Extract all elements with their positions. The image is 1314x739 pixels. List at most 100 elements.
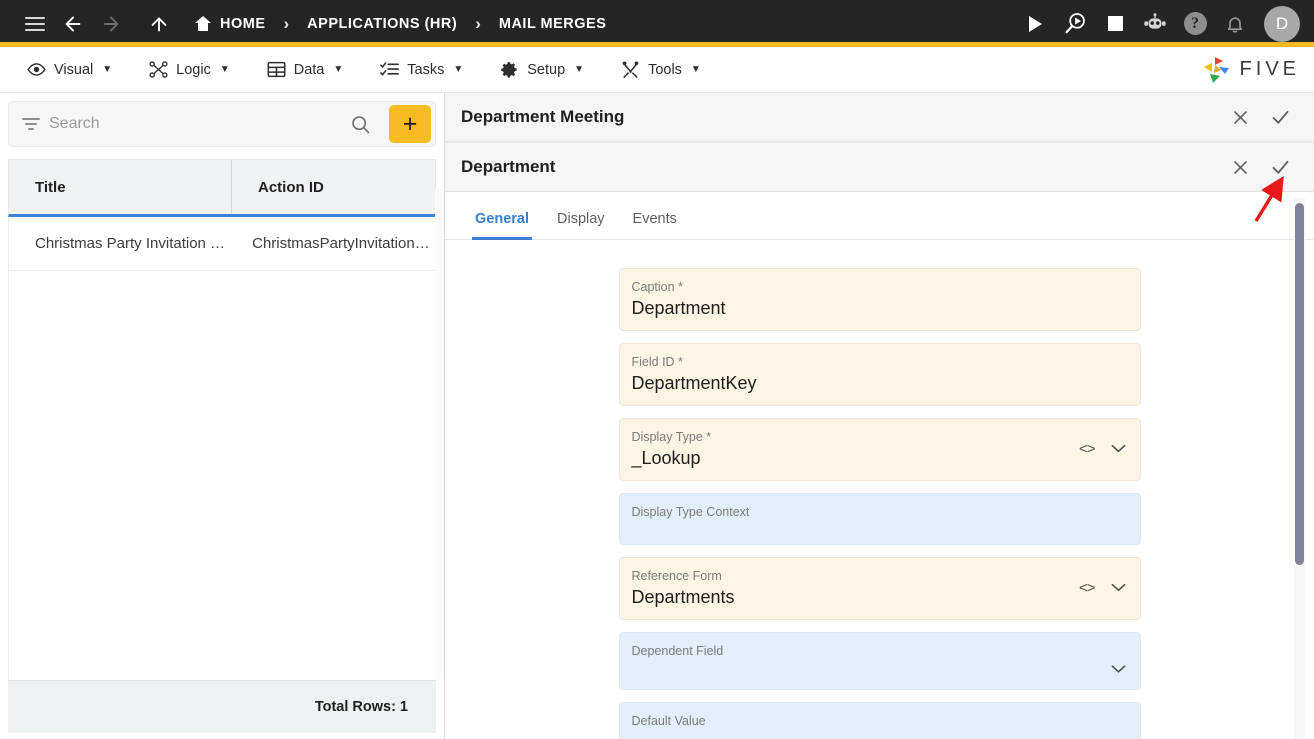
main-content-area: + Title Action ID Christmas Party Invita… [0,93,1314,739]
breadcrumb-item-home[interactable]: HOME [192,12,268,36]
up-arrow-icon[interactable] [140,5,178,43]
column-header-action-id[interactable]: Action ID [231,160,435,214]
outer-panel-title: Department Meeting [461,107,625,127]
reference-form-field-label: Reference Form [631,568,722,583]
search-bar: + [8,101,436,147]
column-header-title[interactable]: Title [9,160,231,214]
search-input[interactable] [49,115,332,133]
breadcrumb-label: MAIL MERGES [498,15,607,32]
menu-item-label: Setup [527,61,566,78]
table-grid-icon [267,60,286,79]
chevron-down-icon[interactable] [1111,581,1126,596]
cell-title: Christmas Party Invitation … [35,235,226,252]
breadcrumb-item-applications[interactable]: APPLICATIONS (HR) [305,12,459,36]
reference-form-field[interactable]: Reference Form Departments <> [618,556,1141,620]
menu-item-label: Tasks [407,61,445,78]
top-navigation-bar: HOME › APPLICATIONS (HR) › MAIL MERGES ?… [0,0,1314,47]
breadcrumb-separator: › [475,13,481,33]
menu-item-logic[interactable]: Logic ▼ [136,54,243,85]
logic-nodes-icon [149,60,168,79]
run-play-icon[interactable] [1016,5,1054,43]
filter-icon[interactable] [21,118,41,130]
detail-scrollbar-thumb[interactable] [1295,203,1304,565]
menu-item-label: Data [293,61,325,78]
total-rows-label: Total Rows: 1 [314,699,408,715]
chevron-down-icon: ▼ [333,64,344,75]
menu-item-label: Logic [176,61,211,78]
field-id-field-label: Field ID * [631,354,683,369]
caption-field-label: Caption * [631,279,683,294]
dependent-field-field-label: Dependent Field [631,643,724,658]
reference-form-field-value: Departments [631,586,735,607]
menu-item-tools[interactable]: Tools ▼ [608,54,714,85]
tab-display[interactable]: Display [543,211,619,239]
display-type-context-field[interactable]: Display Type Context [618,492,1141,546]
breadcrumb-item-mail-merges[interactable]: MAIL MERGES [497,12,609,36]
table-header-row: Title Action ID [8,159,436,217]
dependent-field-field[interactable]: Dependent Field [618,631,1141,690]
five-logo-text: FIVE [1239,58,1300,80]
table-row[interactable]: Christmas Party Invitation … ChristmasPa… [9,217,435,271]
display-type-field[interactable]: Display Type * _Lookup <> [618,417,1141,481]
menu-item-setup[interactable]: Setup ▼ [487,54,597,85]
chevron-down-icon[interactable] [1111,662,1126,677]
chevron-down-icon: ▼ [102,64,113,75]
stop-icon[interactable] [1096,5,1134,43]
display-type-context-field-value [632,520,1124,546]
display-type-field-label: Display Type * [631,429,712,444]
gear-icon [500,60,519,79]
outer-close-icon[interactable] [1220,97,1260,137]
menu-item-visual[interactable]: Visual ▼ [14,54,125,85]
chevron-down-icon: ▼ [690,64,701,75]
help-icon[interactable]: ? [1176,5,1214,43]
forward-arrow-icon[interactable] [92,5,130,43]
display-type-field-value: _Lookup [631,447,701,468]
breadcrumb-label: APPLICATIONS (HR) [307,15,458,32]
home-icon [194,16,211,31]
tab-events[interactable]: Events [619,211,691,239]
robot-assistant-icon[interactable] [1136,5,1174,43]
five-logo-mark [1203,56,1229,83]
add-record-button[interactable]: + [389,105,431,143]
field-id-field[interactable]: Field ID * DepartmentKey [618,342,1141,406]
caption-field[interactable]: Caption * Department [618,267,1141,331]
caption-field-value: Department [631,297,726,318]
table-body: Christmas Party Invitation … ChristmasPa… [8,217,436,680]
hamburger-menu-icon[interactable] [16,5,54,43]
menu-item-data[interactable]: Data ▼ [254,54,357,85]
display-type-field-icons: <> [1079,441,1126,458]
default-value-field[interactable]: Default Value [618,701,1141,739]
outer-confirm-check-icon[interactable] [1260,97,1300,137]
display-type-context-field-label: Display Type Context [631,504,750,519]
menu-item-label: Visual [54,61,94,78]
debug-search-icon[interactable] [1056,5,1094,43]
dependent-field-field-value [632,659,1124,685]
inner-confirm-check-icon[interactable] [1260,147,1300,187]
application-menu-bar: Visual ▼ Logic ▼ Data ▼ Tasks ▼ Setup ▼ … [0,47,1314,93]
table-footer: Total Rows: 1 [8,680,436,733]
detail-panel: Department Meeting Department General Di… [445,93,1314,739]
back-arrow-icon[interactable] [54,5,92,43]
detail-tabs: General Display Events [445,191,1314,240]
chevron-down-icon[interactable] [1111,442,1126,457]
breadcrumb-label: HOME [220,15,266,32]
code-icon[interactable]: <> [1079,580,1096,597]
inner-close-icon[interactable] [1220,147,1260,187]
left-list-panel: + Title Action ID Christmas Party Invita… [0,93,445,739]
checklist-icon [380,60,400,79]
search-icon[interactable] [340,114,381,135]
five-logo: FIVE [1201,56,1300,84]
notifications-bell-icon[interactable] [1216,5,1254,43]
menu-item-tasks[interactable]: Tasks ▼ [367,54,476,85]
inner-panel-header: Department [445,142,1314,192]
user-avatar[interactable]: D [1264,5,1300,42]
code-icon[interactable]: <> [1079,441,1096,458]
inner-panel-title: Department [461,157,556,177]
chevron-down-icon: ▼ [453,64,464,75]
cell-action-id: ChristmasPartyInvitationMM [252,235,435,252]
default-value-field-label: Default Value [631,713,706,728]
tab-general[interactable]: General [461,211,543,240]
left-list-scrollbar[interactable] [435,189,444,679]
top-bar-actions: ? D [1016,5,1300,43]
menu-item-label: Tools [648,61,682,78]
